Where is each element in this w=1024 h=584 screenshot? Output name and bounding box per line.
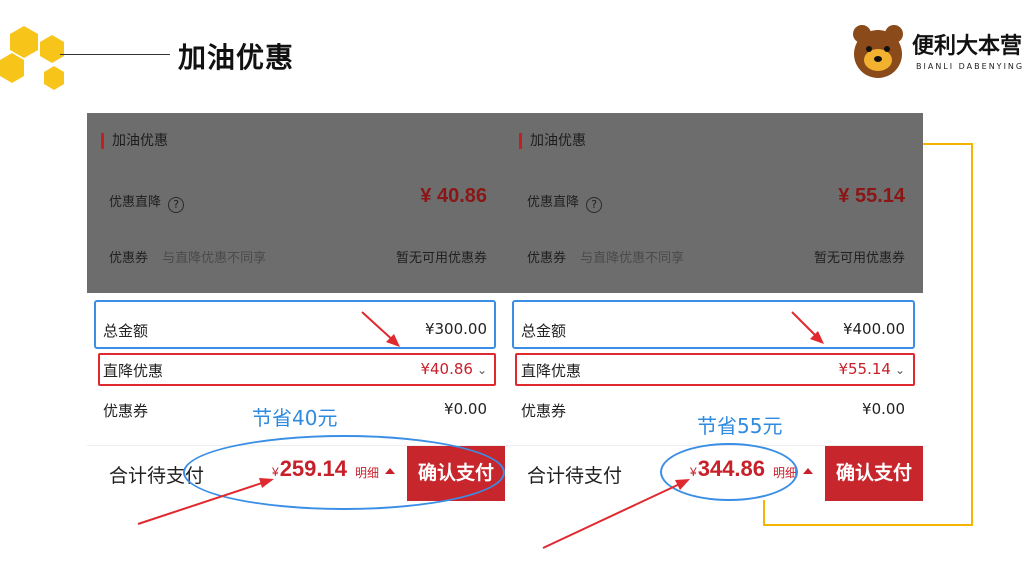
arrow-line [542, 481, 685, 549]
arrow-head [259, 478, 274, 488]
arrow-line [137, 480, 269, 525]
arrow-annotations [137, 311, 824, 549]
arrow-head [675, 479, 690, 490]
